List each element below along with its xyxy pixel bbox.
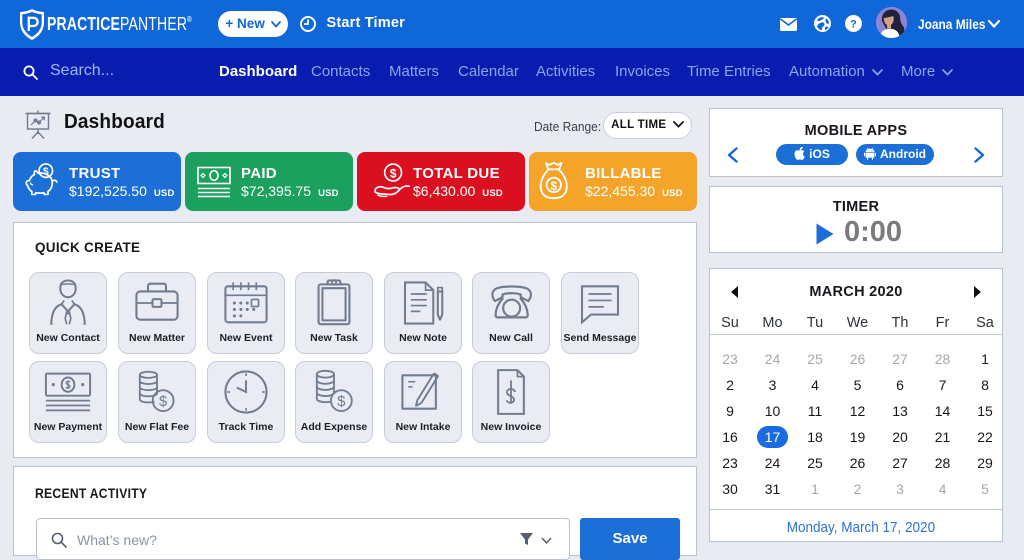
svg-text:$: $ — [390, 166, 397, 180]
svg-text:?: ? — [850, 19, 857, 31]
svg-text:$: $ — [159, 394, 167, 410]
svg-text:$: $ — [337, 394, 345, 410]
svg-text:$: $ — [550, 179, 557, 193]
